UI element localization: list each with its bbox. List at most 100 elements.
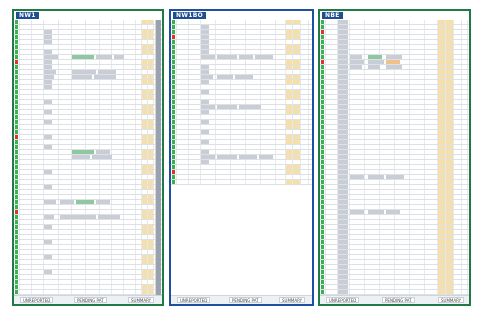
grid-cell[interactable]: [446, 265, 454, 269]
grid-cell[interactable]: [462, 285, 468, 289]
grid-cell[interactable]: [350, 95, 365, 99]
grid-cell[interactable]: [100, 165, 112, 169]
grid-cell[interactable]: [365, 245, 380, 249]
grid-cell[interactable]: [425, 270, 438, 274]
grid-cell[interactable]: [454, 150, 462, 154]
grid-cell[interactable]: [32, 200, 44, 204]
grid-cell[interactable]: [395, 165, 410, 169]
grid-cell[interactable]: [124, 55, 136, 59]
grid-cell[interactable]: [326, 150, 338, 154]
grid-cell[interactable]: [72, 185, 86, 189]
grid-cell[interactable]: [112, 155, 124, 159]
grid-cell[interactable]: [177, 90, 189, 94]
grid-cell[interactable]: [350, 135, 365, 139]
grid-cell[interactable]: [425, 175, 438, 179]
grid-cell[interactable]: [326, 70, 338, 74]
grid-cell[interactable]: [189, 30, 201, 34]
grid-cell[interactable]: [425, 180, 438, 184]
grid-cell[interactable]: [326, 130, 338, 134]
grid-cell[interactable]: [112, 60, 124, 64]
grid-cell[interactable]: [261, 90, 276, 94]
grid-cell[interactable]: [44, 285, 59, 289]
grid-cell[interactable]: [326, 230, 338, 234]
grid-cell[interactable]: [124, 245, 136, 249]
grid-cell[interactable]: [454, 160, 462, 164]
grid-cell[interactable]: [246, 35, 261, 39]
grid-cell[interactable]: [462, 30, 468, 34]
grid-cell[interactable]: [446, 165, 454, 169]
grid-cell[interactable]: [86, 45, 100, 49]
grid-cell[interactable]: [350, 260, 365, 264]
grid-cell[interactable]: [438, 110, 446, 114]
grid-cell[interactable]: [454, 225, 462, 229]
grid-cell[interactable]: [425, 185, 438, 189]
grid-cell[interactable]: [446, 240, 454, 244]
grid-cell[interactable]: [20, 175, 32, 179]
grid-cell[interactable]: [438, 150, 446, 154]
grid-cell[interactable]: [86, 85, 100, 89]
grid-cell[interactable]: [454, 155, 462, 159]
grid-cell[interactable]: [454, 165, 462, 169]
grid-cell[interactable]: [231, 25, 246, 29]
grid-cell[interactable]: [261, 110, 276, 114]
grid-cell[interactable]: [20, 65, 32, 69]
grid-cell[interactable]: [286, 180, 293, 184]
grid-cell[interactable]: [380, 70, 395, 74]
grid-cell[interactable]: [112, 255, 124, 259]
grid-cell[interactable]: [59, 80, 72, 84]
grid-cell[interactable]: [395, 30, 410, 34]
grid-cell[interactable]: [326, 245, 338, 249]
grid-cell[interactable]: [124, 220, 136, 224]
grid-cell[interactable]: [216, 35, 231, 39]
grid-cell[interactable]: [454, 140, 462, 144]
grid-cell[interactable]: [276, 60, 286, 64]
grid-cell[interactable]: [326, 145, 338, 149]
grid-cell[interactable]: [425, 115, 438, 119]
grid-cell[interactable]: [189, 155, 201, 159]
grid-cell[interactable]: [326, 85, 338, 89]
grid-cell[interactable]: [350, 130, 365, 134]
grid-cell[interactable]: [20, 105, 32, 109]
grid-cell[interactable]: [301, 130, 309, 134]
grid-cell[interactable]: [189, 55, 201, 59]
grid-cell[interactable]: [462, 130, 468, 134]
grid-cell[interactable]: [410, 200, 425, 204]
grid-cell[interactable]: [395, 25, 410, 29]
grid-cell[interactable]: [350, 100, 365, 104]
grid-cell[interactable]: [20, 90, 32, 94]
grid-cell[interactable]: [350, 240, 365, 244]
grid-cell[interactable]: [462, 230, 468, 234]
grid-cell[interactable]: [112, 95, 124, 99]
grid-cell[interactable]: [72, 260, 86, 264]
grid-cell[interactable]: [454, 130, 462, 134]
grid-cell[interactable]: [410, 85, 425, 89]
grid-cell[interactable]: [446, 30, 454, 34]
grid-cell[interactable]: [286, 80, 293, 84]
grid-cell[interactable]: [454, 185, 462, 189]
grid-cell[interactable]: [286, 95, 293, 99]
grid-cell[interactable]: [72, 275, 86, 279]
grid-cell[interactable]: [410, 25, 425, 29]
grid-cell[interactable]: [350, 230, 365, 234]
grid-cell[interactable]: [350, 165, 365, 169]
grid-cell[interactable]: [350, 25, 365, 29]
grid-cell[interactable]: [32, 150, 44, 154]
grid-cell[interactable]: [446, 180, 454, 184]
grid-cell[interactable]: [380, 235, 395, 239]
grid-cell[interactable]: [425, 75, 438, 79]
grid-cell[interactable]: [216, 170, 231, 174]
grid-cell[interactable]: [59, 125, 72, 129]
grid-cell[interactable]: [100, 25, 112, 29]
grid-cell[interactable]: [326, 180, 338, 184]
grid-cell[interactable]: [454, 265, 462, 269]
grid-cell[interactable]: [20, 185, 32, 189]
grid-cell[interactable]: [201, 170, 216, 174]
grid-cell[interactable]: [246, 25, 261, 29]
grid-cell[interactable]: [293, 155, 301, 159]
grid-cell[interactable]: [100, 205, 112, 209]
grid-cell[interactable]: [20, 245, 32, 249]
grid-cell[interactable]: [395, 90, 410, 94]
grid-cell[interactable]: [425, 170, 438, 174]
grid-cell[interactable]: [454, 175, 462, 179]
grid-cell[interactable]: [231, 100, 246, 104]
